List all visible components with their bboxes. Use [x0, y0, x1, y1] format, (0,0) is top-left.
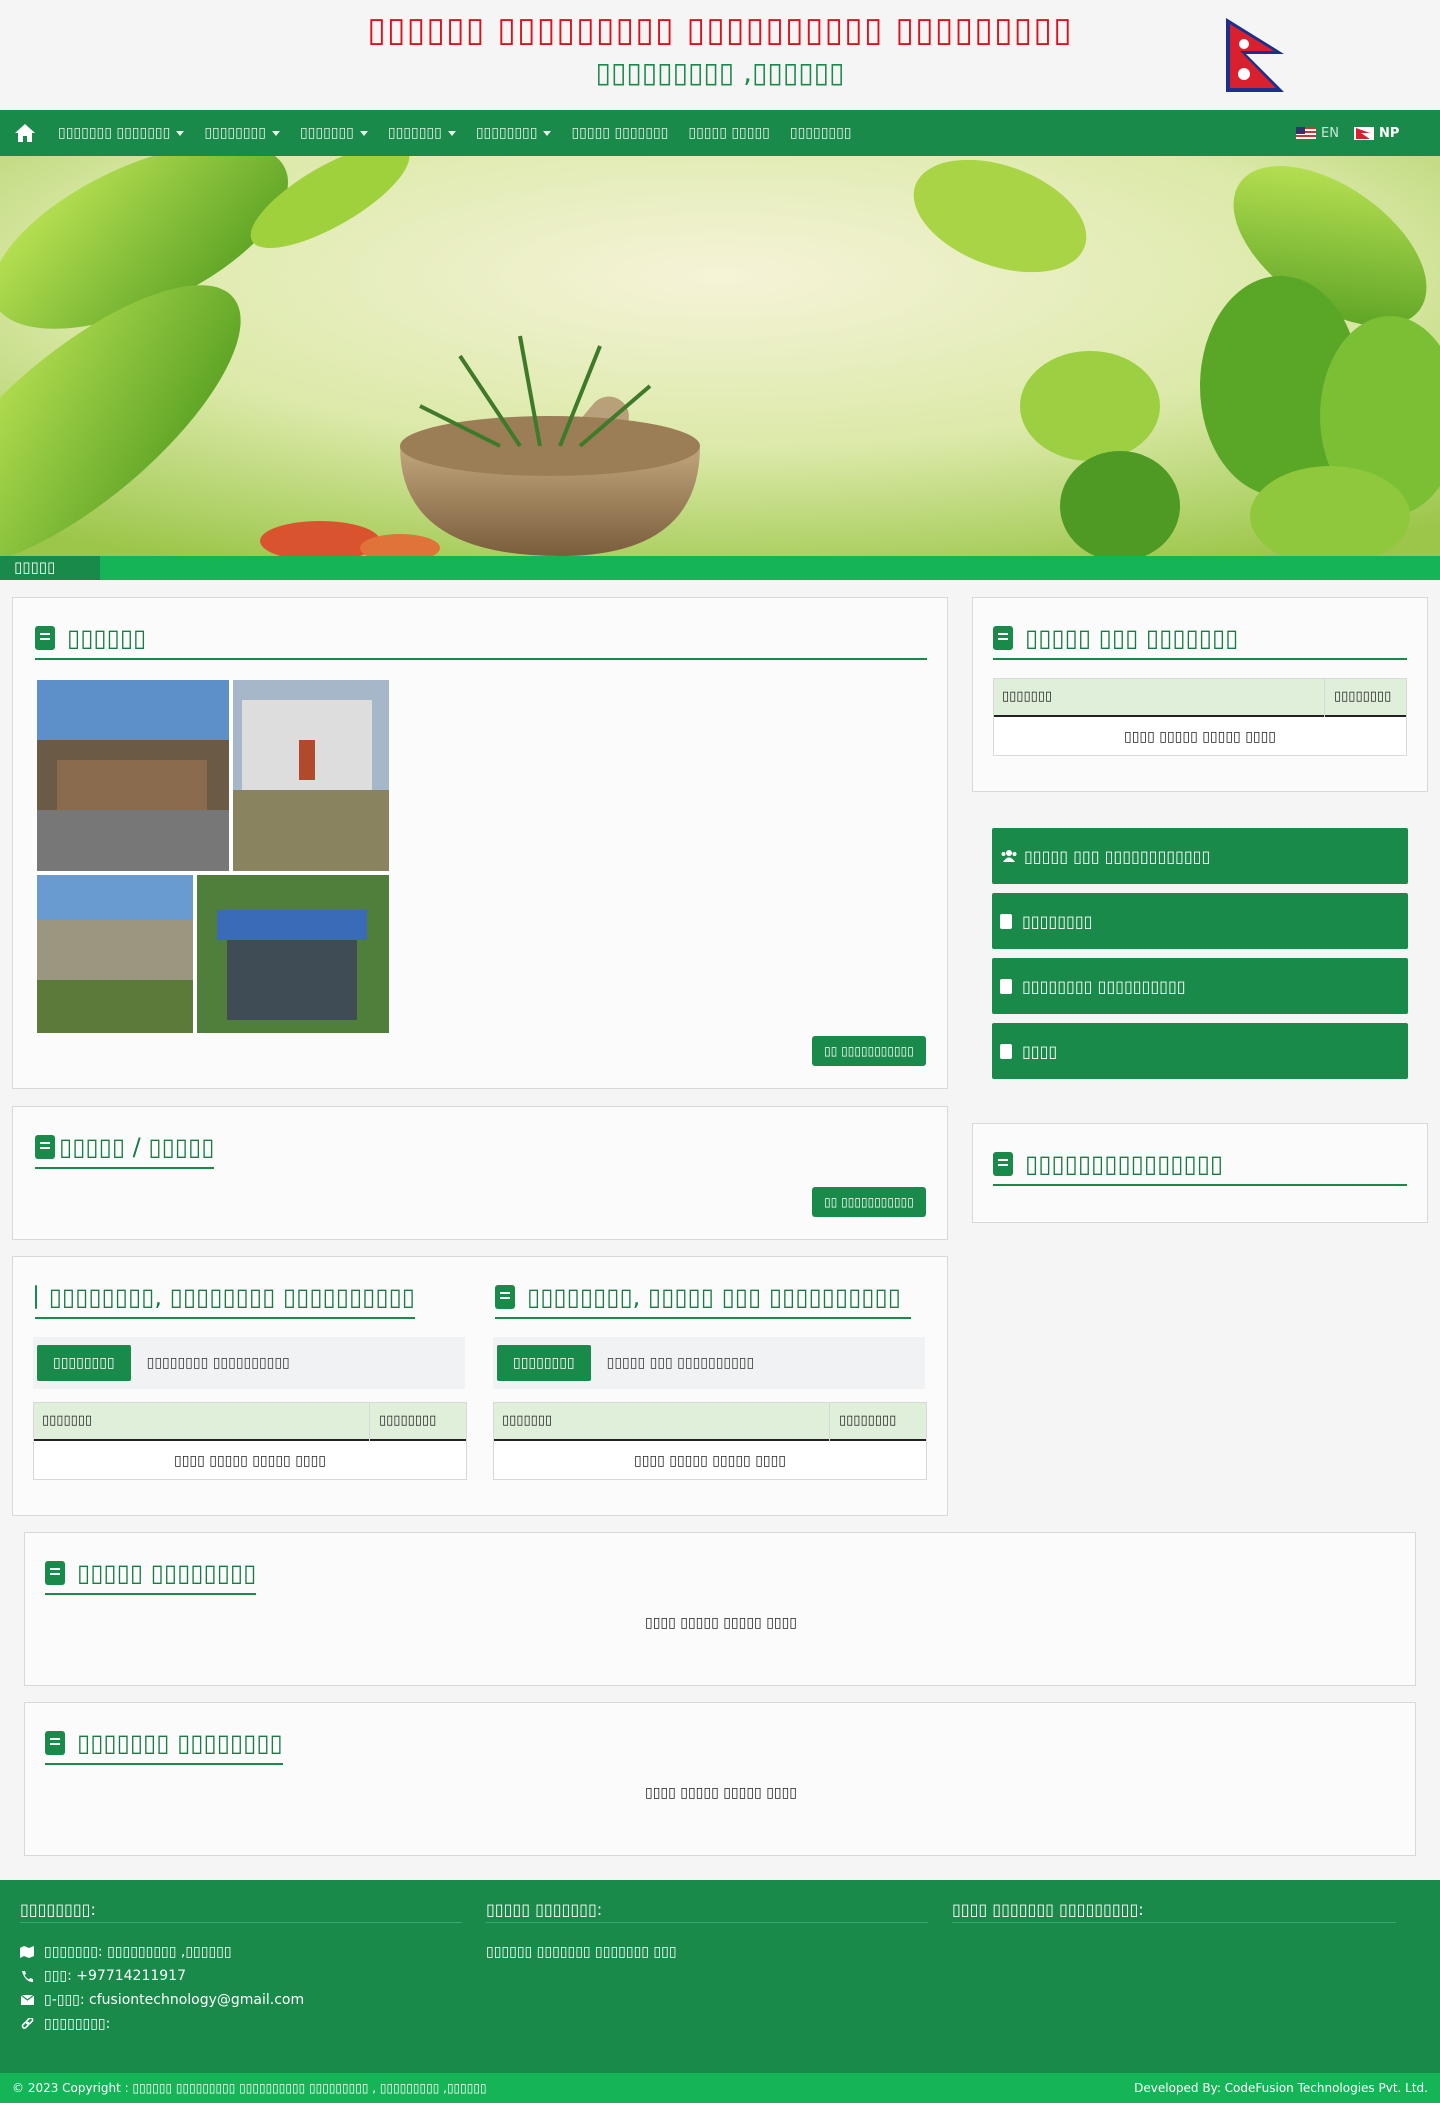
nav-item-8[interactable]: ▯▯▯▯▯▯▯▯: [780, 110, 862, 156]
footer-divider: [486, 1922, 928, 1923]
right-tab-active[interactable]: ▯▯▯▯▯▯▯▯: [497, 1345, 591, 1381]
hero-banner: [0, 156, 1440, 556]
lang-en-link[interactable]: EN: [1296, 110, 1339, 156]
footer-phone: ▯▯▯: +97714211917: [20, 1968, 186, 1984]
section-a-title: ▯▯▯▯▯ ▯▯▯▯▯▯▯▯: [45, 1559, 257, 1595]
book-icon: [1000, 978, 1012, 994]
news-more-button[interactable]: ▯▯ ▯▯▯▯▯▯▯▯▯▯▯: [812, 1187, 926, 1217]
nav-item-4[interactable]: ▯▯▯▯▯▯▯: [378, 110, 466, 156]
chevron-down-icon: [176, 130, 185, 136]
section-b-title: ▯▯▯▯▯▯▯ ▯▯▯▯▯▯▯▯: [45, 1729, 283, 1765]
site-footer: ▯▯▯▯▯▯▯▯: ▯▯▯▯▯ ▯▯▯▯▯▯▯: ▯▯▯▯ ▯▯▯▯▯▯▯ ▯▯…: [0, 1880, 1440, 2073]
left-table-empty: ▯▯▯▯ ▯▯▯▯▯ ▯▯▯▯▯ ▯▯▯▯: [173, 1453, 327, 1469]
news-title: ▯▯▯▯▯ / ▯▯▯▯▯: [35, 1133, 215, 1169]
sidebar-button-3[interactable]: ▯▯▯▯▯▯▯▯ ▯▯▯▯▯▯▯▯▯▯: [992, 958, 1408, 1014]
right-table-empty: ▯▯▯▯ ▯▯▯▯▯ ▯▯▯▯▯ ▯▯▯▯: [633, 1453, 787, 1469]
sidebar-button-staff[interactable]: ▯▯▯▯▯ ▯▯▯ ▯▯▯▯▯▯▯▯▯▯▯▯: [992, 828, 1408, 884]
nav-item-2[interactable]: ▯▯▯▯▯▯▯▯: [194, 110, 290, 156]
book-icon: [1000, 913, 1012, 929]
section-b-card: ▯▯▯▯▯▯▯ ▯▯▯▯▯▯▯▯ ▯▯▯▯ ▯▯▯▯▯ ▯▯▯▯▯ ▯▯▯▯: [24, 1702, 1416, 1856]
envelope-icon: [20, 1993, 34, 2007]
map-icon: [20, 1945, 34, 1959]
right-table-header: ▯▯▯▯▯▯▯ ▯▯▯▯▯▯▯▯: [494, 1403, 926, 1441]
nav-item-5[interactable]: ▯▯▯▯▯▯▯▯: [466, 110, 562, 156]
users-icon: [1000, 849, 1018, 863]
copyright-bar: © 2023 Copyright : ▯▯▯▯▯▯ ▯▯▯▯▯▯▯▯▯ ▯▯▯▯…: [0, 2073, 1440, 2103]
section-a-card: ▯▯▯▯▯ ▯▯▯▯▯▯▯▯ ▯▯▯▯ ▯▯▯▯▯ ▯▯▯▯▯ ▯▯▯▯: [24, 1532, 1416, 1686]
nav-item-1[interactable]: ▯▯▯▯▯▯▯ ▯▯▯▯▯▯▯: [48, 110, 194, 156]
main-navbar: ▯▯▯▯▯▯▯ ▯▯▯▯▯▯▯ ▯▯▯▯▯▯▯▯ ▯▯▯▯▯▯▯ ▯▯▯▯▯▯▯…: [0, 110, 1440, 156]
link-icon: [20, 2017, 34, 2031]
book-icon: [35, 626, 55, 650]
notice-title: ▯▯▯▯▯ ▯▯▯ ▯▯▯▯▯▯▯: [993, 624, 1407, 660]
notice-table: ▯▯▯▯▯▯▯ ▯▯▯▯▯▯▯▯ ▯▯▯▯ ▯▯▯▯▯ ▯▯▯▯▯ ▯▯▯▯: [993, 678, 1407, 756]
news-card: ▯▯▯▯▯ / ▯▯▯▯▯ ▯▯ ▯▯▯▯▯▯▯▯▯▯▯: [12, 1106, 948, 1240]
left-tab-other[interactable]: ▯▯▯▯▯▯▯▯ ▯▯▯▯▯▯▯▯▯▯: [131, 1355, 290, 1371]
footer-contact-title: ▯▯▯▯▯▯▯▯:: [20, 1900, 96, 1919]
chevron-down-icon: [359, 130, 368, 136]
phone-icon: [20, 1969, 34, 1983]
contacts-title: ▯▯▯▯▯▯▯▯▯▯▯▯▯▯▯: [993, 1150, 1407, 1186]
intro-title: ▯▯▯▯▯▯: [35, 624, 927, 660]
section-a-empty: ▯▯▯▯ ▯▯▯▯▯ ▯▯▯▯▯ ▯▯▯▯: [644, 1615, 798, 1631]
nepal-mini-flag-icon: [1354, 126, 1374, 140]
footer-address: ▯▯▯▯▯▯▯: ▯▯▯▯▯▯▯▯▯ ,▯▯▯▯▯▯: [20, 1944, 232, 1960]
nepal-flag-icon: [1226, 18, 1284, 92]
us-flag-icon: [1296, 126, 1316, 140]
intro-card: ▯▯▯▯▯▯ ▯▯ ▯▯▯▯▯▯▯▯▯▯▯: [12, 597, 948, 1089]
left-table-header: ▯▯▯▯▯▯▯ ▯▯▯▯▯▯▯▯: [34, 1403, 466, 1441]
copyright-text: © 2023 Copyright : ▯▯▯▯▯▯ ▯▯▯▯▯▯▯▯▯ ▯▯▯▯…: [12, 2081, 487, 2095]
chevron-down-icon: [271, 130, 280, 136]
office-photo-collage: [37, 680, 389, 1033]
home-icon[interactable]: [2, 110, 48, 156]
book-icon: [993, 626, 1013, 650]
notice-table-empty: ▯▯▯▯ ▯▯▯▯▯ ▯▯▯▯▯ ▯▯▯▯: [1123, 729, 1277, 745]
nav-item-7[interactable]: ▯▯▯▯▯ ▯▯▯▯▯: [678, 110, 780, 156]
herbal-banner-image: [0, 156, 1440, 556]
footer-other-title: ▯▯▯▯ ▯▯▯▯▯▯▯ ▯▯▯▯▯▯▯▯▯:: [952, 1900, 1144, 1919]
news-ticker: ▯▯▯▯▯ ▯▯▯▯▯▯: [0, 556, 1440, 580]
left-table: ▯▯▯▯▯▯▯ ▯▯▯▯▯▯▯▯ ▯▯▯▯ ▯▯▯▯▯ ▯▯▯▯▯ ▯▯▯▯: [33, 1402, 467, 1480]
right-table: ▯▯▯▯▯▯▯ ▯▯▯▯▯▯▯▯ ▯▯▯▯ ▯▯▯▯▯ ▯▯▯▯▯ ▯▯▯▯: [493, 1402, 927, 1480]
lang-np-link[interactable]: NP: [1354, 110, 1399, 156]
right-tabbar: ▯▯▯▯▯▯▯▯ ▯▯▯▯▯ ▯▯▯ ▯▯▯▯▯▯▯▯▯▯: [493, 1337, 925, 1389]
footer-divider: [952, 1922, 1396, 1923]
nav-menu: ▯▯▯▯▯▯▯ ▯▯▯▯▯▯▯ ▯▯▯▯▯▯▯▯ ▯▯▯▯▯▯▯ ▯▯▯▯▯▯▯…: [48, 110, 862, 156]
book-icon: [45, 1561, 65, 1585]
right-tabs-title: ▯▯▯▯▯▯▯▯, ▯▯▯▯▯ ▯▯▯ ▯▯▯▯▯▯▯▯▯▯: [495, 1283, 911, 1319]
footer-divider: [20, 1922, 462, 1923]
nav-item-6[interactable]: ▯▯▯▯▯ ▯▯▯▯▯▯▯: [561, 110, 678, 156]
sidebar-button-4[interactable]: ▯▯▯▯: [992, 1023, 1408, 1079]
developer-credit[interactable]: Developed By: CodeFusion Technologies Pv…: [1134, 2081, 1428, 2095]
nav-item-3[interactable]: ▯▯▯▯▯▯▯: [290, 110, 378, 156]
footer-quick-link[interactable]: ▯▯▯▯▯▯ ▯▯▯▯▯▯▯ ▯▯▯▯▯▯▯ ▯▯▯: [486, 1944, 677, 1960]
book-icon: [495, 1285, 515, 1309]
site-header: ▯▯▯▯▯▯ ▯▯▯▯▯▯▯▯▯ ▯▯▯▯▯▯▯▯▯▯ ▯▯▯▯▯▯▯▯▯ ▯▯…: [0, 0, 1440, 110]
notice-card: ▯▯▯▯▯ ▯▯▯ ▯▯▯▯▯▯▯ ▯▯▯▯▯▯▯ ▯▯▯▯▯▯▯▯ ▯▯▯▯ …: [972, 597, 1428, 792]
publications-card: ▯▯▯▯▯▯▯▯, ▯▯▯▯▯▯▯▯ ▯▯▯▯▯▯▯▯▯▯ ▯▯▯▯▯▯▯▯ ▯…: [12, 1256, 948, 1516]
chevron-down-icon: [543, 130, 552, 136]
section-b-empty: ▯▯▯▯ ▯▯▯▯▯ ▯▯▯▯▯ ▯▯▯▯: [644, 1785, 798, 1801]
left-tab-active[interactable]: ▯▯▯▯▯▯▯▯: [37, 1345, 131, 1381]
footer-website[interactable]: ▯▯▯▯▯▯▯▯:: [20, 2016, 110, 2032]
right-tab-other[interactable]: ▯▯▯▯▯ ▯▯▯ ▯▯▯▯▯▯▯▯▯▯: [591, 1355, 755, 1371]
book-icon: [35, 1285, 48, 1309]
book-icon: [993, 1152, 1013, 1176]
book-icon: [1000, 1043, 1012, 1059]
footer-email[interactable]: ▯-▯▯▯: cfusiontechnology@gmail.com: [20, 1992, 304, 2008]
book-icon: [45, 1731, 65, 1755]
sidebar-button-2[interactable]: ▯▯▯▯▯▯▯▯: [992, 893, 1408, 949]
intro-more-button[interactable]: ▯▯ ▯▯▯▯▯▯▯▯▯▯▯: [812, 1036, 926, 1066]
contacts-card: ▯▯▯▯▯▯▯▯▯▯▯▯▯▯▯: [972, 1123, 1428, 1223]
chevron-down-icon: [447, 130, 456, 136]
book-icon: [35, 1135, 55, 1159]
ticker-label: ▯▯▯▯▯ ▯▯▯▯▯▯: [0, 556, 100, 580]
left-tabbar: ▯▯▯▯▯▯▯▯ ▯▯▯▯▯▯▯▯ ▯▯▯▯▯▯▯▯▯▯: [33, 1337, 465, 1389]
footer-links-title: ▯▯▯▯▯ ▯▯▯▯▯▯▯:: [486, 1900, 603, 1919]
left-tabs-title: ▯▯▯▯▯▯▯▯, ▯▯▯▯▯▯▯▯ ▯▯▯▯▯▯▯▯▯▯: [35, 1283, 415, 1319]
notice-table-header: ▯▯▯▯▯▯▯ ▯▯▯▯▯▯▯▯: [994, 679, 1406, 717]
